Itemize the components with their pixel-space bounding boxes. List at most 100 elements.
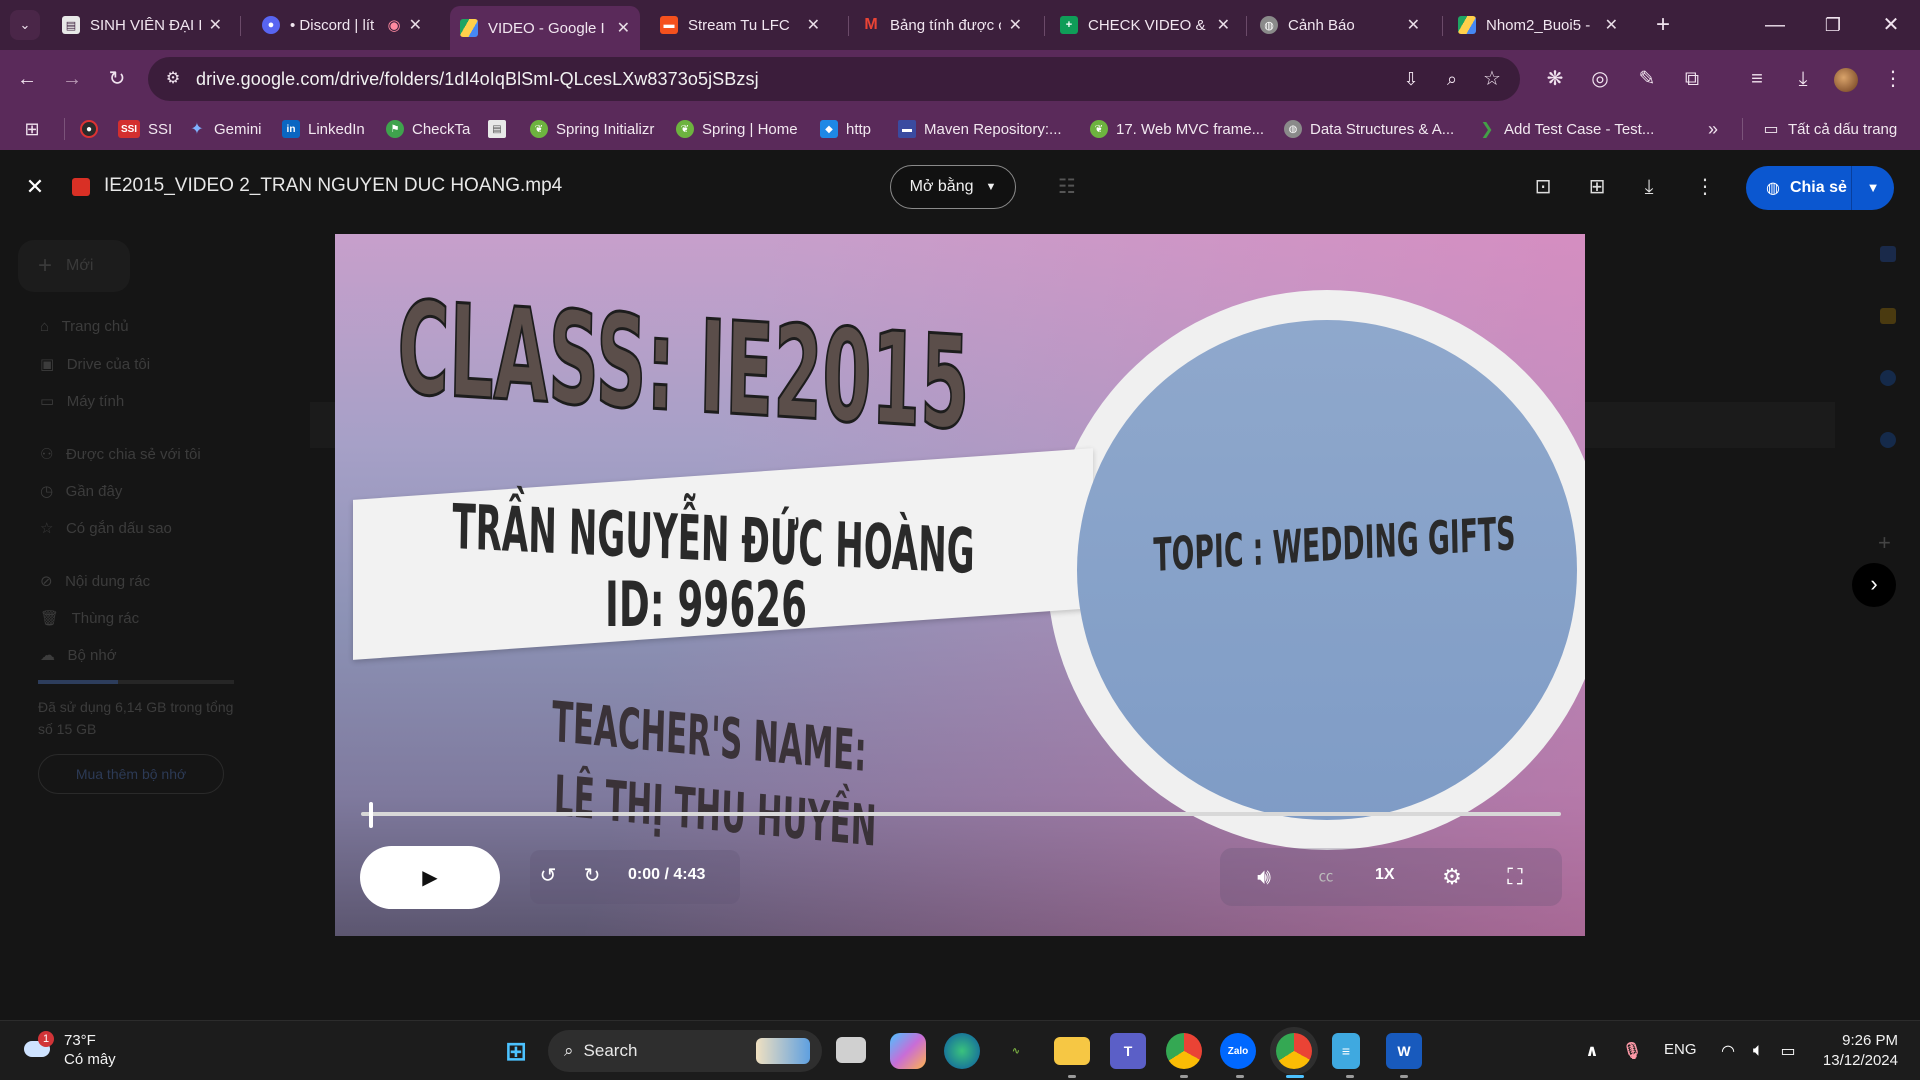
menu-icon[interactable]: ⋮ bbox=[1878, 64, 1908, 94]
bookmark-maven[interactable]: ▬ Maven Repository:... bbox=[898, 118, 1062, 140]
nav-computers[interactable]: ▭ Máy tính bbox=[40, 392, 124, 410]
start-button[interactable]: ⊞ bbox=[498, 1033, 534, 1069]
tab-canh-bao[interactable]: ◍ Cảnh Báo ✕ bbox=[1250, 8, 1430, 42]
fullscreen-icon[interactable]: ⛶ bbox=[1498, 860, 1532, 894]
address-bar[interactable]: ⚙ drive.google.com/drive/folders/1dI4oIq… bbox=[148, 57, 1520, 101]
site-info-icon[interactable]: ⚙ bbox=[158, 64, 188, 94]
nav-trash[interactable]: 🗑 Thùng rác bbox=[40, 609, 139, 627]
bookmark-record[interactable]: ● bbox=[80, 118, 106, 140]
close-tab-icon[interactable]: ✕ bbox=[209, 15, 222, 35]
next-file-button[interactable]: › bbox=[1852, 563, 1896, 607]
nav-shared[interactable]: ⚇ Được chia sẻ với tôi bbox=[40, 445, 201, 463]
close-tab-icon[interactable]: ✕ bbox=[617, 18, 630, 38]
filter-icon[interactable]: ☷ bbox=[1052, 172, 1082, 202]
add-comment-icon[interactable]: ⊞ bbox=[1582, 172, 1612, 202]
bookmark-add-test-case[interactable]: ❯ Add Test Case - Test... bbox=[1478, 118, 1654, 140]
close-tab-icon[interactable]: ✕ bbox=[1009, 15, 1022, 35]
close-tab-icon[interactable]: ✕ bbox=[409, 15, 422, 35]
microphone-icon[interactable]: 🎙︎ bbox=[1614, 1033, 1650, 1069]
apps-grid-icon[interactable]: ⊞ bbox=[17, 114, 47, 144]
bookmark-web-mvc[interactable]: ❦ 17. Web MVC frame... bbox=[1090, 118, 1264, 140]
playback-speed[interactable]: 1X bbox=[1375, 866, 1395, 884]
tab-discord[interactable]: ● • Discord | lít ◉ ✕ bbox=[252, 8, 432, 42]
copilot-icon[interactable] bbox=[890, 1033, 926, 1069]
app-icon[interactable]: ∿ bbox=[998, 1033, 1034, 1069]
open-with-button[interactable]: Mở bằng ▼ bbox=[890, 165, 1016, 209]
close-tab-icon[interactable]: ✕ bbox=[1605, 15, 1618, 35]
teams-icon[interactable]: T bbox=[1110, 1033, 1146, 1069]
new-tab-icon[interactable]: + bbox=[1648, 10, 1678, 40]
progress-handle[interactable] bbox=[369, 802, 373, 828]
add-to-folder-icon[interactable]: ⊡ bbox=[1528, 172, 1558, 202]
close-tab-icon[interactable]: ✕ bbox=[1217, 15, 1230, 35]
close-tab-icon[interactable]: ✕ bbox=[807, 15, 820, 35]
notepad-icon[interactable]: ≡ bbox=[1332, 1033, 1360, 1069]
zoom-icon[interactable]: ⌕ bbox=[1437, 64, 1467, 94]
extensions-icon[interactable]: ⧉ bbox=[1677, 64, 1707, 94]
nav-storage[interactable]: ☁ Bộ nhớ bbox=[40, 646, 117, 664]
side-panel-tasks-icon[interactable] bbox=[1880, 370, 1896, 386]
close-viewer-icon[interactable]: ✕ bbox=[20, 172, 50, 202]
settings-gear-icon[interactable]: ⚙ bbox=[1435, 860, 1469, 894]
extension-pen-icon[interactable]: ✎ bbox=[1632, 64, 1662, 94]
window-close-icon[interactable]: ✕ bbox=[1876, 10, 1906, 40]
bookmark-http[interactable]: ◆ http bbox=[820, 118, 871, 140]
nav-recent[interactable]: ◷ Gần đây bbox=[40, 482, 122, 500]
download-file-icon[interactable]: ⤓ bbox=[1634, 172, 1664, 202]
back-icon[interactable]: ← bbox=[12, 64, 42, 94]
restore-icon[interactable]: ❐ bbox=[1818, 10, 1848, 40]
tray-chevron-icon[interactable]: ∧ bbox=[1574, 1033, 1610, 1069]
edge-icon[interactable] bbox=[944, 1033, 980, 1069]
chrome-active-icon[interactable] bbox=[1276, 1033, 1312, 1069]
install-app-icon[interactable]: ⇩ bbox=[1396, 64, 1426, 94]
play-button[interactable]: ▶ bbox=[360, 846, 500, 909]
url-text[interactable]: drive.google.com/drive/folders/1dI4oIqBl… bbox=[196, 69, 759, 90]
tab-check-video[interactable]: + CHECK VIDEO & ✕ bbox=[1050, 8, 1240, 42]
taskbar-search[interactable]: ⌕ Search bbox=[548, 1030, 822, 1072]
chrome-icon[interactable] bbox=[1166, 1033, 1202, 1069]
input-language[interactable]: ENG bbox=[1664, 1041, 1697, 1058]
minimize-icon[interactable]: — bbox=[1760, 10, 1790, 40]
close-tab-icon[interactable]: ✕ bbox=[1407, 15, 1420, 35]
share-dropdown-icon[interactable]: ▼ bbox=[1851, 166, 1894, 210]
forward-10-icon[interactable]: ↻ bbox=[575, 859, 609, 893]
bookmark-linkedin[interactable]: in LinkedIn bbox=[282, 118, 365, 140]
file-explorer-icon[interactable] bbox=[1054, 1037, 1090, 1065]
media-control-icon[interactable]: ≡ bbox=[1742, 64, 1772, 94]
bookmark-checkta[interactable]: ⚑ CheckTa bbox=[386, 118, 470, 140]
zalo-icon[interactable]: Zalo bbox=[1220, 1033, 1256, 1069]
side-panel-contacts-icon[interactable] bbox=[1880, 432, 1896, 448]
bookmark-spring-home[interactable]: ❦ Spring | Home bbox=[676, 118, 798, 140]
nav-home[interactable]: ⌂ Trang chủ bbox=[40, 318, 129, 335]
battery-icon[interactable]: ▭ bbox=[1770, 1033, 1806, 1069]
extension-ai-icon[interactable]: ❋ bbox=[1540, 64, 1570, 94]
tab-gmail[interactable]: M Bảng tính được c ✕ bbox=[852, 8, 1032, 42]
tab-video-google-drive[interactable]: VIDEO - Google I ✕ bbox=[450, 6, 640, 50]
tab-stream[interactable]: ▬ Stream Tu LFC ✕ bbox=[650, 8, 830, 42]
side-panel-keep-icon[interactable] bbox=[1880, 308, 1896, 324]
profile-avatar[interactable] bbox=[1834, 68, 1858, 92]
extension-compass-icon[interactable]: ◎ bbox=[1585, 64, 1615, 94]
tab-sinh-vien[interactable]: ▤ SINH VIÊN ĐẠI H ✕ bbox=[52, 8, 232, 42]
side-panel-calendar-icon[interactable] bbox=[1880, 246, 1896, 262]
nav-spam[interactable]: ⊘ Nội dung rác bbox=[40, 572, 150, 590]
reload-icon[interactable]: ↻ bbox=[102, 64, 132, 94]
more-bookmarks-icon[interactable]: » bbox=[1698, 114, 1728, 144]
clock[interactable]: 9:26 PM 13/12/2024 bbox=[1808, 1031, 1898, 1071]
side-panel-add-icon[interactable]: + bbox=[1878, 530, 1891, 556]
bookmark-gemini[interactable]: ✦ Gemini bbox=[188, 118, 261, 140]
download-icon[interactable]: ⤓ bbox=[1788, 64, 1818, 94]
progress-bar[interactable] bbox=[361, 812, 1561, 816]
more-actions-icon[interactable]: ⋮ bbox=[1690, 172, 1720, 202]
weather-widget[interactable]: 1 73°F Có mây bbox=[18, 1031, 128, 1073]
bookmark-data-structures[interactable]: ◍ Data Structures & A... bbox=[1284, 118, 1454, 140]
nav-my-drive[interactable]: ▣ Drive của tôi bbox=[40, 355, 150, 373]
forward-icon[interactable]: → bbox=[57, 64, 87, 94]
bookmark-star-icon[interactable]: ☆ bbox=[1477, 64, 1507, 94]
rewind-10-icon[interactable]: ↺ bbox=[531, 859, 565, 893]
bookmark-spring-initializr[interactable]: ❦ Spring Initializr bbox=[530, 118, 654, 140]
tab-search-icon[interactable]: ⌄ bbox=[10, 10, 40, 40]
word-icon[interactable]: W bbox=[1386, 1033, 1422, 1069]
bookmark-page[interactable]: ▤ bbox=[488, 118, 514, 140]
volume-icon[interactable]: 🔊︎ bbox=[1247, 860, 1281, 894]
